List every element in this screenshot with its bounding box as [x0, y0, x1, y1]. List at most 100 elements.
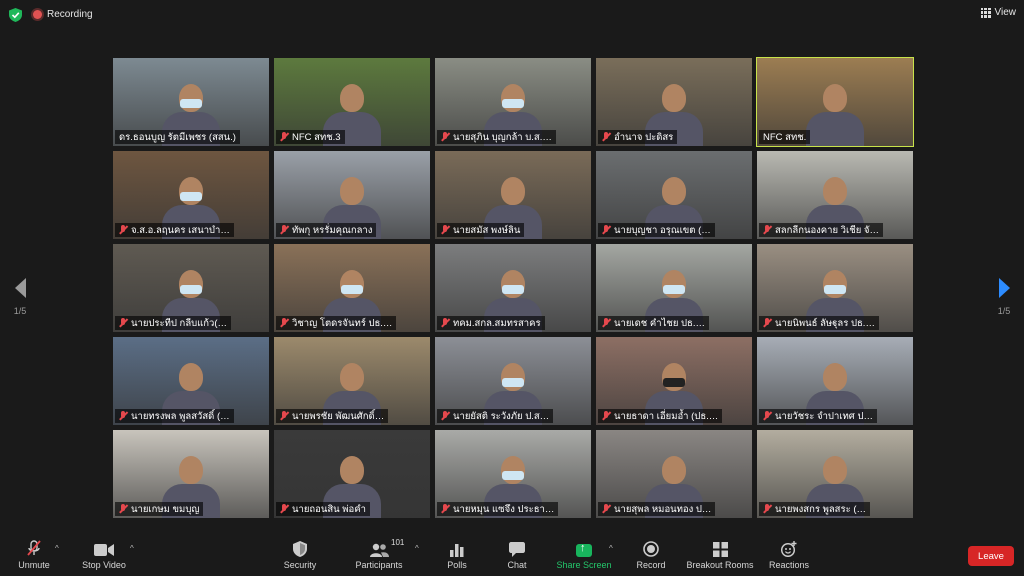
participant-video-tile[interactable]: สลกลีกนองคาย วิเชีย จั… — [757, 151, 913, 239]
participant-video-tile[interactable]: นายเดช คำไชย ปธ.… — [596, 244, 752, 332]
audio-options-caret[interactable]: ^ — [55, 544, 59, 553]
participant-video-tile[interactable]: ดร.ธอนบูญ รัตมีเพชร (สสน.) — [113, 58, 269, 146]
stop-video-label: Stop Video — [82, 560, 126, 570]
participant-name-tag: นายถอนสิน พ่อคำ — [276, 502, 370, 516]
participant-video-tile[interactable]: นายทรงพล พูลสวัสดิ์ (… — [113, 337, 269, 425]
participant-name-tag: นายสมัส พงษ์ลิน — [437, 223, 525, 237]
participant-video-tile[interactable]: นายพรชัย พัฒนศักดิ์… — [274, 337, 430, 425]
muted-mic-icon — [280, 411, 288, 421]
participant-video-tile[interactable]: NFC สทช. — [756, 57, 914, 147]
participant-name: ดร.ธอนบูญ รัตมีเพชร (สสน.) — [119, 131, 236, 143]
muted-mic-icon — [280, 318, 288, 328]
muted-mic-icon — [763, 504, 771, 514]
participant-name: นายหมุน แซจึง ประธา… — [453, 503, 555, 515]
face-mask — [180, 285, 202, 294]
participant-name: NFC สทช. — [763, 131, 807, 143]
participant-name-tag: นายพรชัย พัฒนศักดิ์… — [276, 409, 389, 423]
muted-mic-icon — [280, 504, 288, 514]
participant-name-tag: นายเกษม ขมบุญ — [115, 502, 204, 516]
participant-name-tag: NFC สทช. — [759, 130, 811, 144]
muted-mic-icon — [602, 318, 610, 328]
participant-video-tile[interactable]: วิชาญ โตดรจันทร์ ปธ.… — [274, 244, 430, 332]
participant-name: นายเดช คำไชย ปธ.… — [614, 317, 705, 329]
video-options-caret[interactable]: ^ — [130, 544, 134, 553]
participant-name: สลกลีกนองคาย วิเชีย จั… — [775, 224, 879, 236]
muted-mic-icon — [602, 132, 610, 142]
participant-video-tile[interactable]: จ.ส.อ.ลฤนคร เสนาบำ… — [113, 151, 269, 239]
share-screen-label: Share Screen — [556, 560, 612, 570]
participant-name-tag: วิชาญ โตดรจันทร์ ปธ.… — [276, 316, 397, 330]
participant-video-tile[interactable]: นายพงสกร พูลสระ (… — [757, 430, 913, 518]
participants-button[interactable]: 101 Participants — [339, 538, 419, 570]
face-mask — [663, 285, 685, 294]
view-button[interactable]: View — [980, 7, 1017, 18]
muted-mic-icon — [602, 504, 610, 514]
chat-label: Chat — [507, 560, 527, 570]
participant-video-tile[interactable]: นายบุญชา อรุณเขต (… — [596, 151, 752, 239]
participant-video-tile[interactable]: นายหมุน แซจึง ประธา… — [435, 430, 591, 518]
participant-name: นายนิพนธ์ ลัษฐุลร ปธ.… — [775, 317, 875, 329]
participant-name-tag: นายวัชระ จำปาเทศ ป… — [759, 409, 877, 423]
breakout-rooms-label: Breakout Rooms — [686, 560, 754, 570]
participant-name-tag: นายเดช คำไชย ปธ.… — [598, 316, 709, 330]
participant-video-tile[interactable]: นายนิพนธ์ ลัษฐุลร ปธ.… — [757, 244, 913, 332]
participant-name: นายทรงพล พูลสวัสดิ์ (… — [131, 410, 230, 422]
muted-mic-icon — [280, 225, 288, 235]
participant-name: นายถอนสิน พ่อคำ — [292, 503, 366, 515]
reactions-button[interactable]: Reactions — [749, 540, 829, 570]
participant-video-tile[interactable]: นายประทีป กลีบแก้ว(… — [113, 244, 269, 332]
security-shield-icon[interactable] — [9, 8, 22, 22]
participant-name: นายยัสติ ระวังภัย ป.ส… — [453, 410, 550, 422]
polls-label: Polls — [447, 560, 467, 570]
leave-button[interactable]: Leave — [968, 546, 1014, 566]
participant-video-tile[interactable]: นายวัชระ จำปาเทศ ป… — [757, 337, 913, 425]
participant-video-tile[interactable]: นายธาดา เอี่ยมอ้ำ (ปธ.… — [596, 337, 752, 425]
participant-name-tag: NFC สทช.3 — [276, 130, 345, 144]
participant-name-tag: นายนิพนธ์ ลัษฐุลร ปธ.… — [759, 316, 879, 330]
next-page-button[interactable]: 1/5 — [992, 278, 1016, 316]
breakout-rooms-button[interactable]: Breakout Rooms — [680, 540, 760, 570]
grid-view-icon — [980, 7, 991, 18]
participant-name: นายพงสกร พูลสระ (… — [775, 503, 866, 515]
face-mask — [502, 285, 524, 294]
participant-name: นายพรชัย พัฒนศักดิ์… — [292, 410, 385, 422]
participant-name-tag: นายพงสกร พูลสระ (… — [759, 502, 870, 516]
participant-name-tag: นายสุพล หมอนทอง ป… — [598, 502, 716, 516]
record-label: Record — [636, 560, 666, 570]
breakout-rooms-icon — [712, 540, 728, 557]
face-mask — [663, 378, 685, 387]
muted-mic-icon — [763, 411, 771, 421]
unmute-button[interactable]: Unmute — [0, 540, 74, 570]
participant-figure — [806, 84, 864, 146]
participant-name: นายธาดา เอี่ยมอ้ำ (ปธ.… — [614, 410, 719, 422]
participant-name: ทคม.สกล.สมทรสาคร — [453, 317, 541, 329]
participant-video-tile[interactable]: นายเกษม ขมบุญ — [113, 430, 269, 518]
participant-video-tile[interactable]: ทคม.สกล.สมทรสาคร — [435, 244, 591, 332]
participant-video-tile[interactable]: NFC สทช.3 — [274, 58, 430, 146]
security-button[interactable]: Security — [260, 540, 340, 570]
participants-count: 101 — [391, 538, 405, 547]
participant-name-tag: นายหมุน แซจึง ประธา… — [437, 502, 559, 516]
record-button[interactable]: Record — [611, 540, 691, 570]
participant-name-tag: นายสุภิน บุญกล้า บ.ส.… — [437, 130, 556, 144]
recording-dot-icon — [33, 10, 42, 19]
muted-mic-icon — [119, 411, 127, 421]
participant-video-tile[interactable]: อำนาจ ปะดิสร — [596, 58, 752, 146]
participant-video-tile[interactable]: นายยัสติ ระวังภัย ป.ส… — [435, 337, 591, 425]
face-mask — [502, 471, 524, 480]
recording-label: Recording — [47, 9, 93, 20]
participant-video-tile[interactable]: ทัพกุ หรรั่มคุณกลาง — [274, 151, 430, 239]
participant-video-tile[interactable]: นายถอนสิน พ่อคำ — [274, 430, 430, 518]
participant-name: นายสมัส พงษ์ลิน — [453, 224, 521, 236]
participant-video-tile[interactable]: นายสุภิน บุญกล้า บ.ส.… — [435, 58, 591, 146]
participant-name-tag: นายบุญชา อรุณเขต (… — [598, 223, 715, 237]
participant-name: นายประทีป กลีบแก้ว(… — [131, 317, 228, 329]
recording-indicator[interactable]: Recording — [33, 9, 93, 20]
view-label: View — [994, 7, 1017, 18]
participant-name: นายสุพล หมอนทอง ป… — [614, 503, 712, 515]
participant-video-tile[interactable]: นายสุพล หมอนทอง ป… — [596, 430, 752, 518]
participant-video-tile[interactable]: นายสมัส พงษ์ลิน — [435, 151, 591, 239]
share-screen-icon — [576, 540, 592, 557]
previous-page-button[interactable]: 1/5 — [8, 278, 32, 316]
chevron-right-icon — [998, 278, 1010, 298]
